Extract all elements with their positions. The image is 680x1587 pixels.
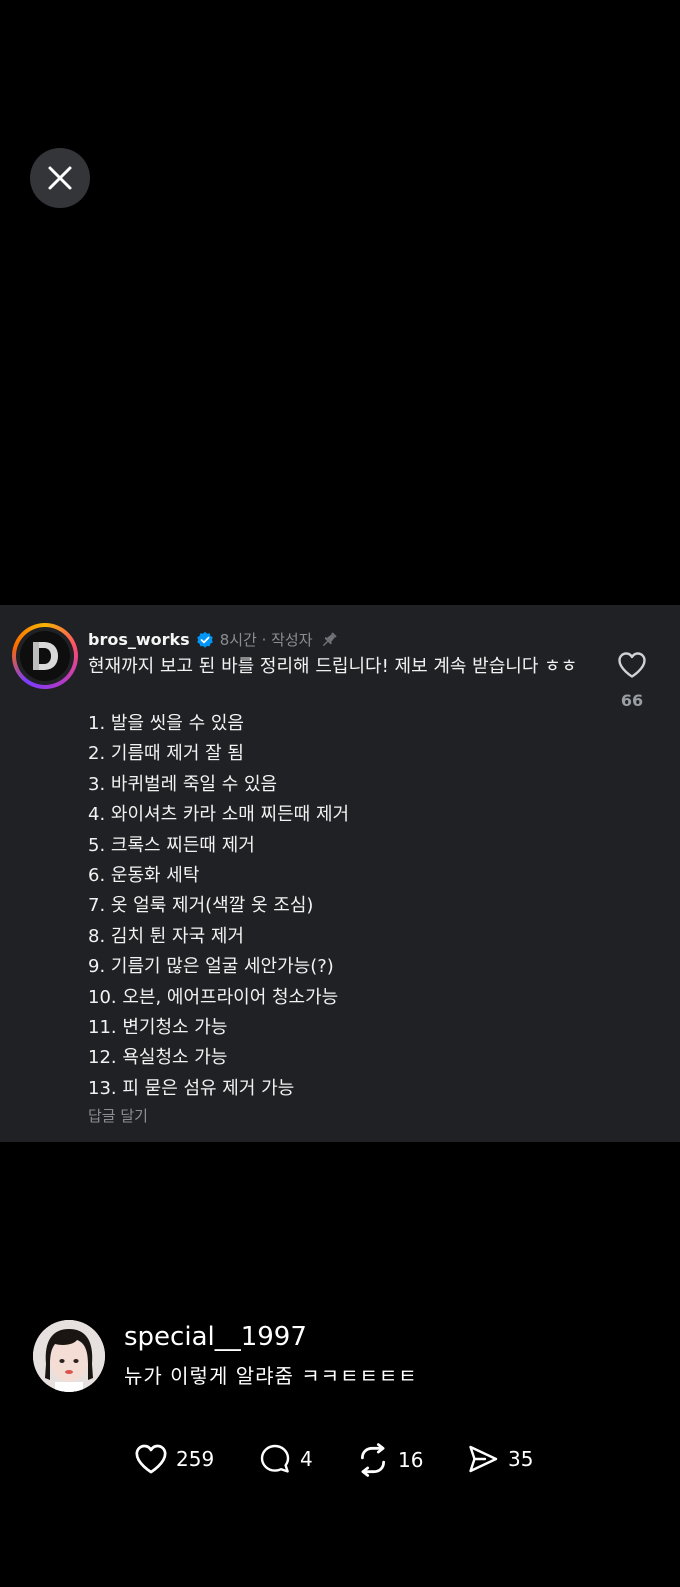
list-item: 10. 오븐, 에어프라이어 청소가능	[88, 986, 339, 1008]
commenter-username[interactable]: bros_works	[88, 630, 190, 649]
comment-intro: 현재까지 보고 된 바를 정리해 드립니다! 제보 계속 받습니다 ㅎㅎ	[88, 656, 578, 677]
close-icon	[48, 166, 72, 190]
share-count: 35	[508, 1447, 534, 1471]
list-item: 12. 욕실청소 가능	[88, 1047, 228, 1069]
repost-action[interactable]: 16	[356, 1443, 423, 1477]
brand-logo-icon	[33, 642, 58, 670]
repost-count: 16	[398, 1448, 424, 1472]
comment-action[interactable]: 4	[258, 1443, 313, 1475]
avatar[interactable]	[33, 1320, 105, 1392]
comment-card: bros_works 8시간 · 작성자 현재까지 보고 된 바를 정리해 드립…	[0, 605, 680, 1142]
comment-icon	[260, 1444, 290, 1473]
comment-header: bros_works 8시간 · 작성자	[88, 629, 339, 650]
list-item: 4. 와이셔츠 카라 소매 찌든때 제거	[88, 804, 350, 826]
list-item: 1. 발을 씻을 수 있음	[88, 713, 244, 734]
comment-like: 66	[612, 651, 652, 710]
post-author: special__1997 뉴가 이렇게 알랴줌 ㅋㅋㅌㅌㅌㅌ	[33, 1320, 418, 1392]
comment-like-count: 66	[620, 691, 644, 710]
comment-meta: 8시간 · 작성자	[219, 631, 313, 649]
post-actions: 259 4 16 35	[0, 1443, 680, 1483]
like-count: 259	[176, 1447, 215, 1471]
post-caption: 뉴가 이렇게 알랴줌 ㅋㅋㅌㅌㅌㅌ	[124, 1364, 418, 1388]
list-item: 13. 피 묻은 섬유 제거 가능	[88, 1077, 295, 1099]
send-icon	[469, 1445, 498, 1473]
heart-icon	[135, 1444, 167, 1474]
share-action[interactable]: 35	[466, 1443, 533, 1475]
list-item: 5. 크록스 찌든때 제거	[88, 834, 255, 856]
close-button[interactable]	[30, 148, 90, 208]
list-item: 9. 기름기 많은 얼굴 세안가능(?)	[88, 956, 334, 978]
list-item: 6. 운동화 세탁	[88, 865, 200, 887]
post-author-name[interactable]: special__1997	[124, 1322, 418, 1352]
list-item: 2. 기름때 제거 잘 됨	[88, 743, 244, 765]
list-item: 7. 옷 얼룩 제거(색깔 옷 조심)	[88, 895, 314, 917]
like-action[interactable]: 259	[134, 1443, 214, 1475]
tips-list: 1. 발을 씻을 수 있음 2. 기름때 제거 잘 됨 3. 바퀴벌레 죽일 수…	[88, 709, 349, 1104]
repost-icon	[360, 1443, 386, 1477]
reply-button[interactable]: 답글 달기	[88, 1105, 148, 1126]
pin-icon	[322, 632, 336, 646]
verified-badge-icon	[196, 631, 213, 648]
list-item: 8. 김치 튄 자국 제거	[88, 925, 244, 947]
profile-photo	[33, 1320, 105, 1392]
commenter-avatar[interactable]	[12, 623, 78, 689]
comment-count: 4	[300, 1447, 313, 1471]
list-item: 11. 변기청소 가능	[88, 1017, 228, 1039]
list-item: 3. 바퀴벌레 죽일 수 있음	[88, 773, 278, 795]
heart-icon[interactable]	[617, 651, 647, 679]
